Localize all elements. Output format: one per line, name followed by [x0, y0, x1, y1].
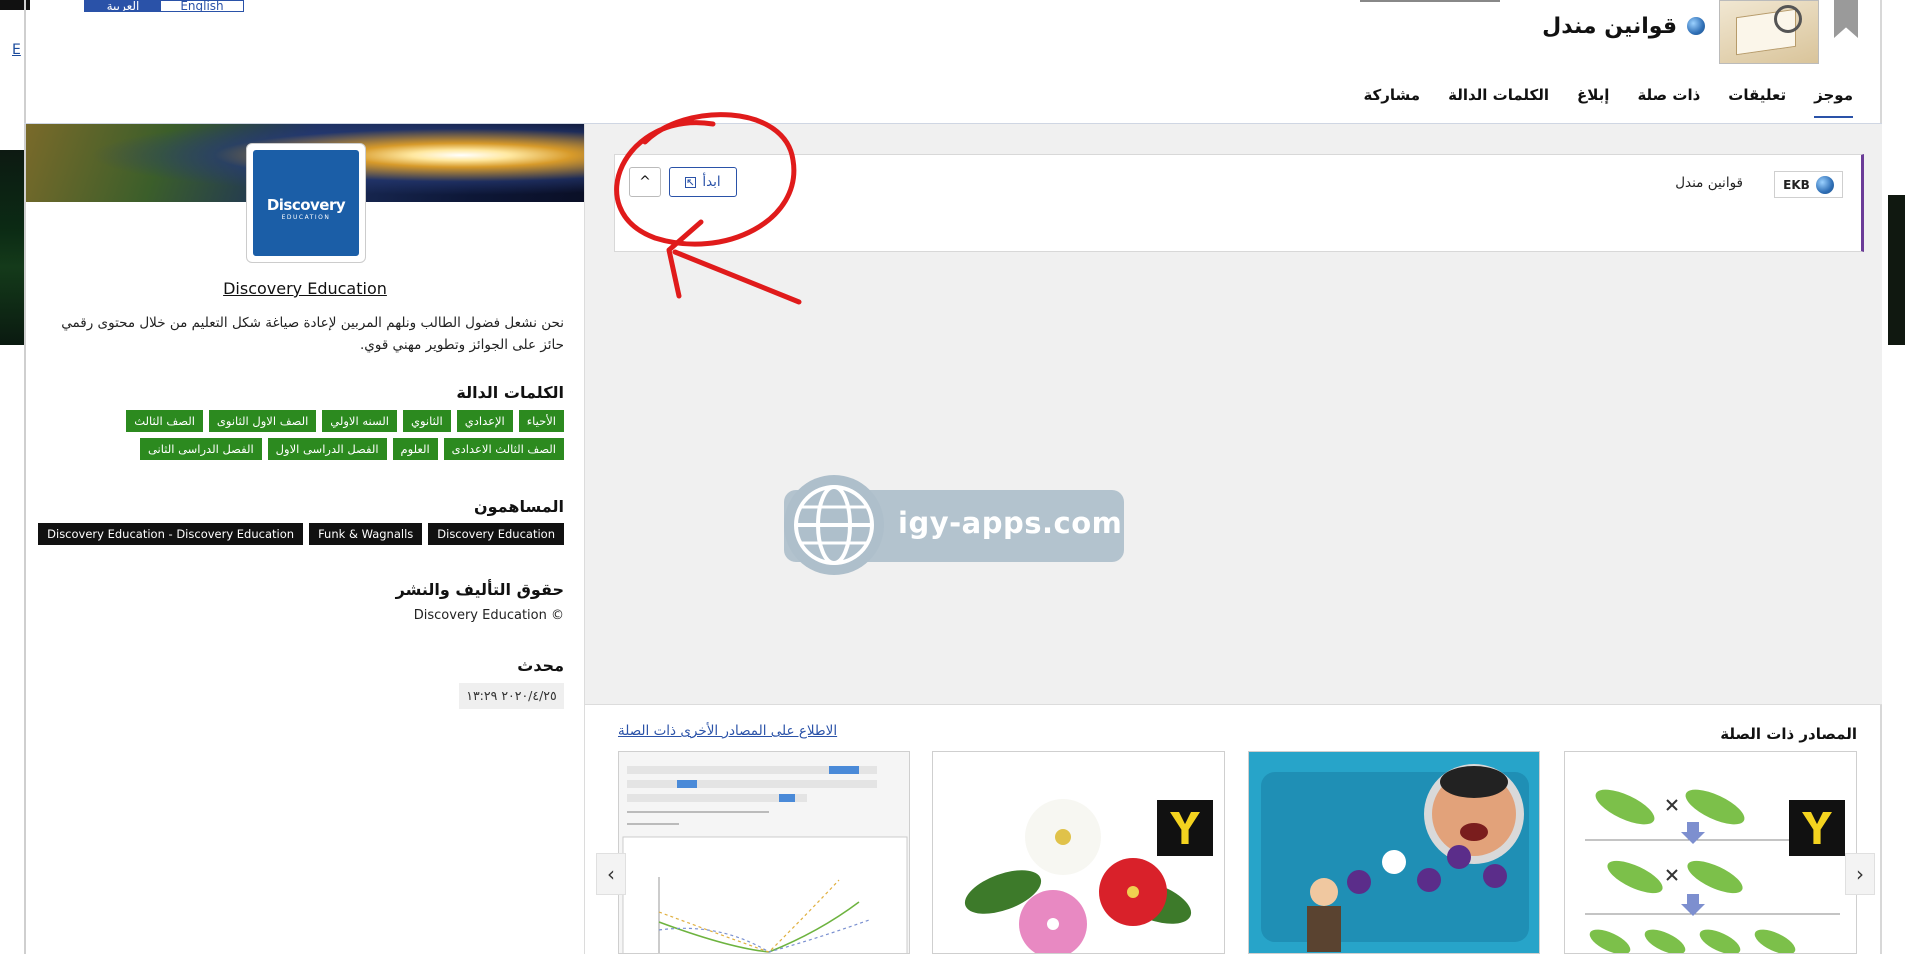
discovery-logo: Discovery EDUCATION: [253, 150, 359, 256]
background-window-image: [0, 150, 24, 345]
contributor-tag[interactable]: Discovery Education - Discovery Educatio…: [38, 523, 304, 545]
updated-timestamp: ٢٠٢٠/٤/٢٥ ١٣:٢٩: [459, 683, 564, 709]
updated-heading: محدث: [517, 656, 564, 675]
background-window-letter: E: [12, 42, 21, 58]
right-window-edge: [1880, 0, 1905, 954]
magnifier-icon: [1774, 5, 1802, 33]
publisher-badge-icon: [1789, 800, 1845, 856]
globe-icon: [1687, 17, 1705, 35]
related-divider: [585, 704, 1882, 705]
animated-video-image: [1261, 764, 1529, 952]
globe-icon: [1815, 175, 1834, 194]
publisher-badge-icon: [1157, 800, 1213, 856]
publisher-logo[interactable]: Discovery EDUCATION: [246, 143, 366, 263]
ekb-badge: EKB: [1774, 171, 1843, 198]
keyword-tag[interactable]: الصف الثالث الاعدادى: [443, 438, 564, 460]
contributor-tag[interactable]: Discovery Education: [428, 523, 564, 545]
tab-related[interactable]: ذات صلة: [1637, 86, 1700, 118]
publisher-description: نحن نشعل فضول الطالب ونلهم المربين لإعاد…: [61, 315, 564, 353]
tab-share[interactable]: مشاركة: [1363, 86, 1420, 118]
contributors-list: Discovery Education Funk & Wagnalls Disc…: [38, 523, 564, 545]
page-title: قوانين مندل: [1542, 13, 1677, 39]
keyword-tag[interactable]: السنه الاولي: [322, 410, 397, 432]
keywords-heading: الكلمات الدالة: [456, 383, 564, 402]
related-card[interactable]: [1248, 751, 1540, 954]
watermark-text: igy-apps.com: [898, 506, 1123, 540]
keyword-tag[interactable]: الصف الثالث: [126, 410, 203, 432]
math-graph-image: [622, 766, 908, 953]
chevron-right-icon: ›: [1856, 862, 1864, 886]
player-title: قوانين مندل: [1675, 175, 1743, 191]
resource-thumbnail: [1719, 0, 1819, 64]
chevron-left-icon: ‹: [607, 862, 615, 886]
related-card[interactable]: [932, 751, 1225, 954]
carousel-next-button[interactable]: ›: [1845, 853, 1875, 895]
publisher-name-link[interactable]: Discovery Education: [26, 279, 584, 298]
logo-wordmark: Discovery: [266, 196, 346, 214]
tab-comments[interactable]: تعليقات: [1728, 86, 1786, 118]
related-card[interactable]: [618, 751, 910, 954]
background-window-edge: E: [0, 0, 30, 954]
carousel-prev-button[interactable]: ‹: [596, 853, 626, 895]
keywords-list: الأحياء الإعدادي الثانوي السنه الاولي ال…: [50, 410, 564, 460]
top-link-underline: [1360, 0, 1500, 2]
watermark-globe-lines: [794, 485, 874, 565]
watermark-globe-icon: [784, 475, 884, 575]
ekb-label: EKB: [1783, 177, 1810, 192]
title-row: قوانين مندل: [1542, 10, 1705, 42]
tab-bar: موجز تعليقات ذات صلة إبلاغ الكلمات الدال…: [1363, 86, 1853, 118]
tab-report[interactable]: إبلاغ: [1577, 86, 1609, 118]
bookmark-icon[interactable]: [1834, 0, 1858, 38]
keyword-tag[interactable]: الثانوي: [402, 410, 451, 432]
contributors-heading: المساهمون: [473, 497, 564, 516]
logo-subtext: EDUCATION: [281, 214, 331, 221]
contributor-tag[interactable]: Funk & Wagnalls: [309, 523, 423, 545]
keyword-tag[interactable]: العلوم: [392, 438, 438, 460]
keyword-tag[interactable]: الأحياء: [518, 410, 564, 432]
copyright-heading: حقوق التأليف والنشر: [395, 580, 564, 599]
right-window-image: [1888, 195, 1905, 345]
keyword-tag[interactable]: الفصل الدراسى الاول: [267, 438, 387, 460]
copyright-text: © Discovery Education: [413, 608, 564, 623]
related-more-link[interactable]: الاطلاع على المصادر الأخرى ذات الصلة: [618, 723, 837, 739]
red-circle-annotation: [614, 112, 802, 305]
tab-keywords[interactable]: الكلمات الدالة: [1448, 86, 1549, 118]
keyword-tag[interactable]: الإعدادي: [456, 410, 513, 432]
keyword-tag[interactable]: الصف الاول الثانوى: [208, 410, 317, 432]
tab-summary[interactable]: موجز: [1814, 86, 1853, 118]
related-heading: المصادر ذات الصلة: [1720, 725, 1857, 743]
language-arabic-button[interactable]: العربية: [84, 0, 162, 12]
keyword-tag[interactable]: الفصل الدراسى الثانى: [139, 438, 262, 460]
language-english-button[interactable]: English: [160, 0, 244, 12]
related-card[interactable]: [1564, 751, 1857, 954]
